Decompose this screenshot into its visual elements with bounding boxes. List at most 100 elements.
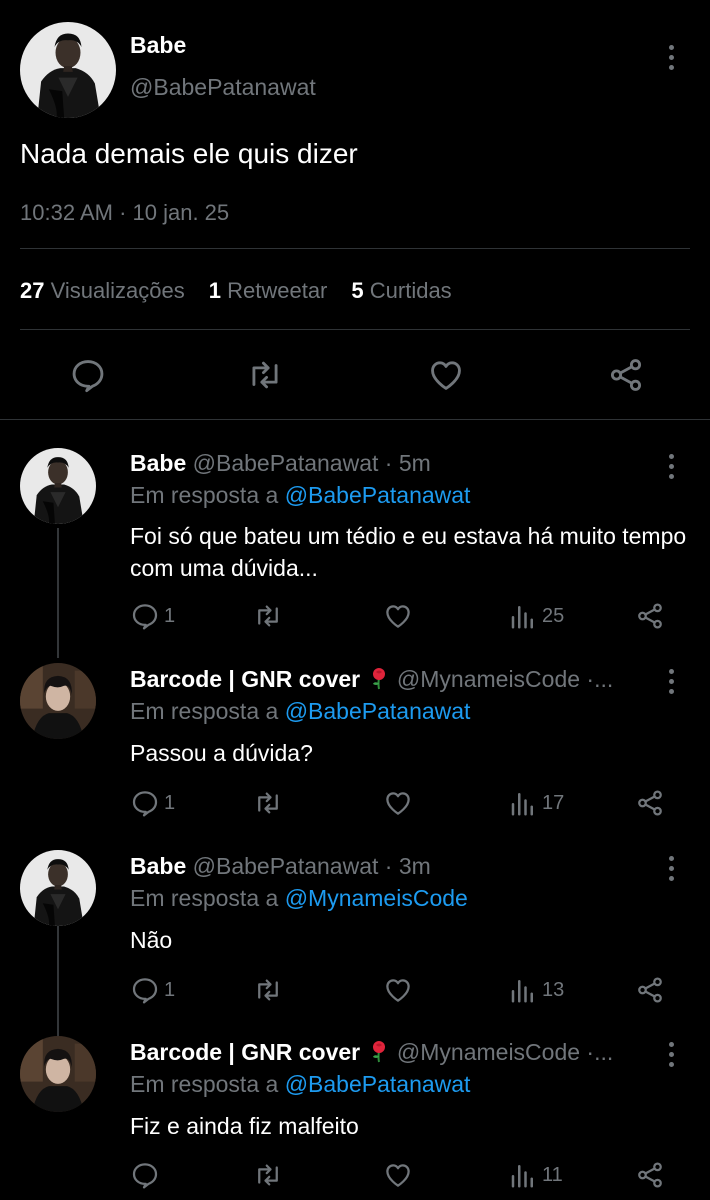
author-name[interactable]: Babe — [130, 450, 186, 476]
reply-button[interactable] — [130, 1158, 164, 1192]
views-button[interactable]: 11 — [508, 1158, 563, 1192]
reply-text: Fiz e ainda fiz malfeito — [130, 1113, 359, 1139]
like-button[interactable] — [383, 1158, 413, 1192]
avatar-image — [20, 1036, 96, 1112]
author-handle[interactable]: @BabePatanawat — [130, 74, 316, 101]
rose-emoji — [367, 666, 391, 690]
retweet-button[interactable] — [253, 1158, 283, 1192]
separator: · — [378, 450, 399, 476]
like-button[interactable] — [426, 355, 466, 395]
avatar-image — [20, 663, 96, 739]
retweet-button[interactable] — [253, 786, 283, 820]
avatar-image — [20, 850, 96, 926]
reply-bubble-icon — [130, 975, 160, 1005]
author-handle[interactable]: @MynameisCode ·... — [397, 1039, 613, 1065]
reply-tweet[interactable]: Babe @BabePatanawat · 3m Em resposta a @… — [0, 850, 710, 1030]
retweet-button[interactable] — [253, 599, 283, 633]
like-button[interactable] — [383, 973, 413, 1007]
share-button[interactable] — [635, 786, 665, 820]
avatar[interactable] — [20, 22, 116, 118]
reply-tweet[interactable]: Barcode | GNR cover @MynameisCode ·... E… — [0, 663, 710, 843]
reply-to-link[interactable]: @BabePatanawat — [285, 1071, 471, 1097]
retweet-button[interactable] — [253, 973, 283, 1007]
reply-bubble-icon — [130, 601, 160, 631]
reply-time: 3m — [398, 853, 431, 879]
retweets-stat[interactable]: 1 Retweetar — [209, 278, 328, 304]
reply-text: Não — [130, 927, 173, 953]
author-name[interactable]: Babe — [130, 32, 186, 59]
share-button[interactable] — [606, 355, 646, 395]
avatar[interactable] — [20, 1036, 96, 1112]
heart-icon — [383, 975, 413, 1005]
retweet-button[interactable] — [245, 355, 285, 395]
tweet-text: Nada demais ele quis dizer — [20, 138, 358, 169]
avatar-image — [20, 22, 116, 118]
reply-text: Foi só que bateu um tédio e eu estava há… — [130, 523, 687, 581]
views-bar-icon — [508, 975, 538, 1005]
share-icon — [607, 356, 645, 394]
avatar[interactable] — [20, 448, 96, 524]
reply-count: 1 — [164, 791, 176, 814]
avatar[interactable] — [20, 663, 96, 739]
divider — [20, 248, 690, 249]
heart-icon — [383, 788, 413, 818]
reply-actions: 11 — [0, 1158, 710, 1192]
reply-prefix: Em resposta a — [130, 1071, 285, 1097]
like-button[interactable] — [383, 786, 413, 820]
retweet-icon — [246, 356, 284, 394]
reply-button[interactable]: 1 — [130, 599, 175, 633]
author-handle[interactable]: @BabePatanawat — [193, 450, 379, 476]
divider — [20, 329, 690, 330]
reply-to-link[interactable]: @MynameisCode — [285, 885, 468, 911]
reply-time: 5m — [398, 450, 431, 476]
author-handle[interactable]: @BabePatanawat — [193, 853, 379, 879]
reply-to-link[interactable]: @BabePatanawat — [285, 698, 471, 724]
views-stat[interactable]: 27 Visualizações — [20, 278, 185, 304]
avatar-image — [20, 448, 96, 524]
reply-button[interactable] — [68, 355, 108, 395]
more-vertical-icon[interactable] — [666, 856, 676, 881]
reply-bubble-icon — [130, 1160, 160, 1190]
more-vertical-icon[interactable] — [666, 454, 676, 479]
views-count: 25 — [542, 604, 565, 627]
like-button[interactable] — [383, 599, 413, 633]
share-icon — [635, 788, 665, 818]
more-vertical-icon[interactable] — [666, 669, 676, 694]
reply-to-link[interactable]: @BabePatanawat — [285, 482, 471, 508]
more-vertical-icon[interactable] — [666, 45, 676, 70]
author-handle[interactable]: @MynameisCode ·... — [397, 666, 613, 692]
retweet-icon — [253, 975, 283, 1005]
likes-stat[interactable]: 5 Curtidas — [351, 278, 451, 304]
retweet-icon — [253, 788, 283, 818]
author-name[interactable]: Barcode | GNR cover — [130, 1039, 360, 1065]
views-button[interactable]: 17 — [508, 786, 564, 820]
views-button[interactable]: 25 — [508, 599, 564, 633]
author-name[interactable]: Babe — [130, 853, 186, 879]
reply-prefix: Em resposta a — [130, 885, 285, 911]
heart-icon — [383, 1160, 413, 1190]
share-button[interactable] — [635, 1158, 665, 1192]
share-icon — [635, 601, 665, 631]
reply-text: Passou a dúvida? — [130, 740, 313, 766]
views-bar-icon — [508, 601, 538, 631]
views-button[interactable]: 13 — [508, 973, 564, 1007]
avatar[interactable] — [20, 850, 96, 926]
share-button[interactable] — [635, 599, 665, 633]
reply-count: 1 — [164, 604, 176, 627]
reply-actions: 1 17 — [0, 786, 710, 820]
reply-tweet[interactable]: Babe @BabePatanawat · 5m Em resposta a @… — [0, 448, 710, 638]
tweet-timestamp: 10:32 AM · 10 jan. 25 — [20, 200, 230, 225]
views-count: 17 — [542, 791, 565, 814]
reply-actions: 1 25 — [0, 599, 710, 633]
share-icon — [635, 975, 665, 1005]
reply-button[interactable]: 1 — [130, 786, 175, 820]
more-vertical-icon[interactable] — [666, 1042, 676, 1067]
reply-bubble-icon — [69, 356, 107, 394]
retweet-icon — [253, 1160, 283, 1190]
share-button[interactable] — [635, 973, 665, 1007]
retweet-icon — [253, 601, 283, 631]
tweet-stats: 27 Visualizações 1 Retweetar 5 Curtidas — [20, 278, 452, 304]
reply-tweet[interactable]: Barcode | GNR cover @MynameisCode ·... E… — [0, 1036, 710, 1200]
reply-button[interactable]: 1 — [130, 973, 175, 1007]
author-name[interactable]: Barcode | GNR cover — [130, 666, 360, 692]
